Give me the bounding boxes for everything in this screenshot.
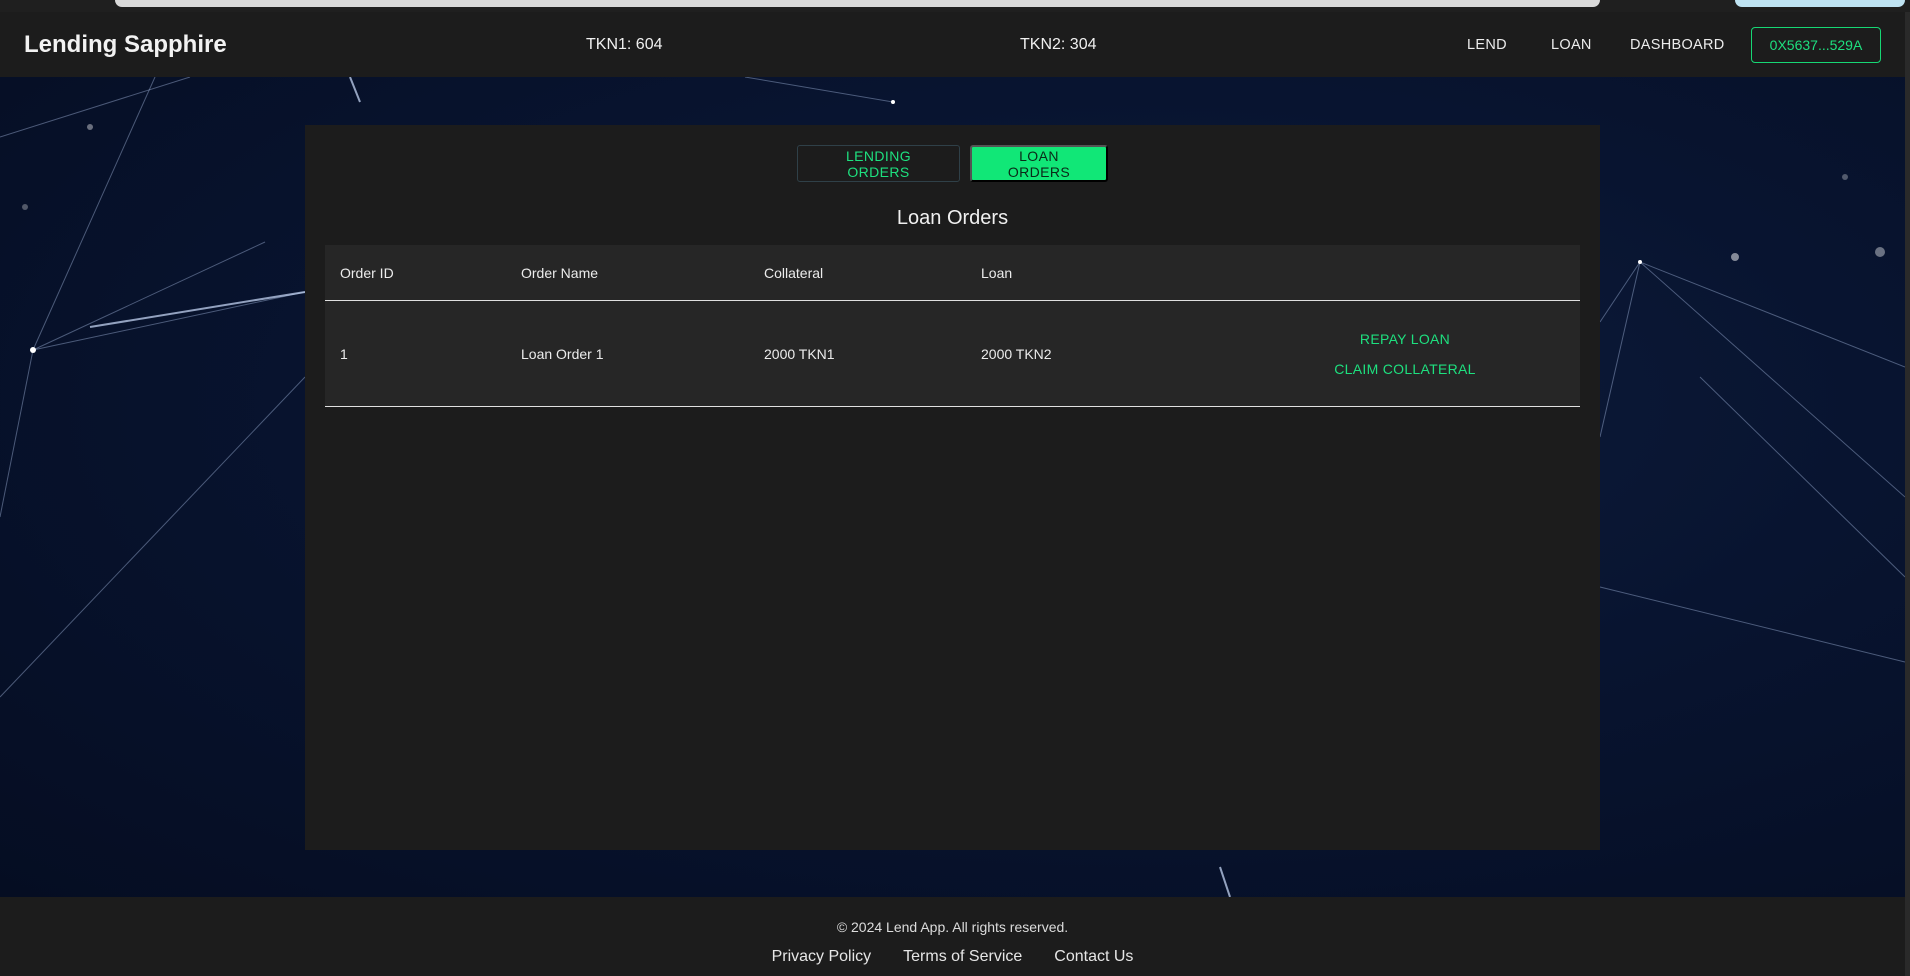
nav-lend-link[interactable]: LEND — [1467, 37, 1507, 53]
order-id-cell: 1 — [340, 345, 348, 362]
browser-address-bar — [115, 0, 1600, 7]
footer-links: Privacy Policy Terms of Service Contact … — [0, 948, 1905, 966]
tkn1-balance: TKN1: 604 — [586, 35, 663, 53]
column-header-order-name: Order Name — [521, 264, 599, 281]
tab-loan-orders[interactable]: LOAN ORDERS — [970, 145, 1108, 182]
order-tabs: LENDING ORDERS LOAN ORDERS — [305, 145, 1600, 182]
row-actions: REPAY LOAN CLAIM COLLATERAL — [1305, 331, 1505, 377]
contact-us-link[interactable]: Contact Us — [1054, 948, 1133, 966]
tkn2-balance: TKN2: 304 — [1020, 35, 1097, 53]
tab-lending-orders[interactable]: LENDING ORDERS — [797, 145, 960, 182]
orders-panel: LENDING ORDERS LOAN ORDERS Loan Orders O… — [305, 125, 1600, 850]
nav-dashboard-link[interactable]: DASHBOARD — [1630, 37, 1725, 53]
privacy-policy-link[interactable]: Privacy Policy — [772, 948, 872, 966]
table-header-row: Order ID Order Name Collateral Loan — [325, 245, 1580, 301]
column-header-collateral: Collateral — [764, 264, 824, 281]
wallet-address-button[interactable]: 0X5637...529A — [1751, 27, 1881, 63]
column-header-loan: Loan — [981, 264, 1013, 281]
top-navbar: Lending Sapphire TKN1: 604 TKN2: 304 LEN… — [0, 12, 1905, 77]
repay-loan-button[interactable]: REPAY LOAN — [1360, 331, 1450, 347]
browser-tab-edge — [1735, 0, 1905, 7]
loan-cell: 2000 TKN2 — [981, 345, 1052, 362]
column-header-order-id: Order ID — [340, 264, 394, 281]
section-title: Loan Orders — [896, 207, 1009, 229]
table-row: 1 Loan Order 1 2000 TKN1 2000 TKN2 REPAY… — [325, 301, 1580, 407]
window-right-edge — [1905, 12, 1910, 976]
app-brand[interactable]: Lending Sapphire — [24, 31, 227, 59]
footer: © 2024 Lend App. All rights reserved. Pr… — [0, 897, 1905, 976]
browser-top-strip — [0, 0, 1910, 12]
collateral-cell: 2000 TKN1 — [764, 345, 835, 362]
claim-collateral-button[interactable]: CLAIM COLLATERAL — [1334, 361, 1475, 377]
nav-loan-link[interactable]: LOAN — [1551, 37, 1592, 53]
footer-copyright: © 2024 Lend App. All rights reserved. — [836, 919, 1069, 935]
order-name-cell: Loan Order 1 — [521, 345, 604, 362]
page: Lending Sapphire TKN1: 604 TKN2: 304 LEN… — [0, 0, 1910, 976]
loan-orders-table: Order ID Order Name Collateral Loan 1 Lo… — [325, 245, 1580, 407]
terms-of-service-link[interactable]: Terms of Service — [903, 948, 1022, 966]
